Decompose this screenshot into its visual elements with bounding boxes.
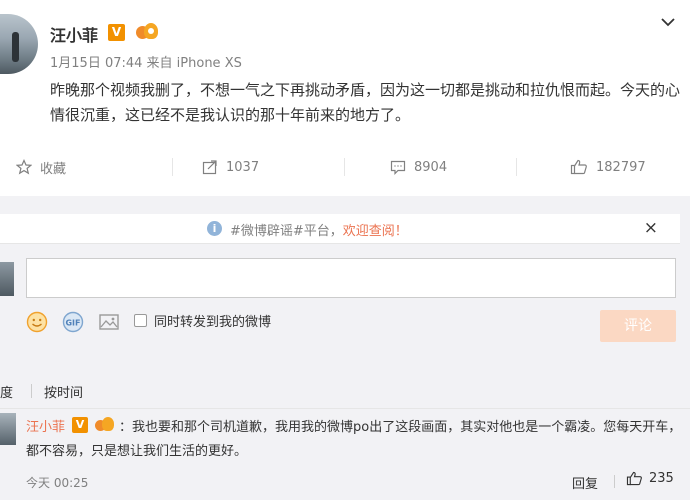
notice-text[interactable]: #微博辟谣#平台，欢迎查阅！ (230, 220, 408, 239)
info-icon: i (207, 221, 222, 236)
comment-like-count: 235 (649, 471, 674, 486)
divider (0, 408, 690, 409)
verified-icon: V (108, 24, 125, 41)
close-icon[interactable]: × (644, 218, 658, 238)
sort-hot[interactable]: 热度 (0, 382, 13, 401)
like-button[interactable]: 182797 (570, 150, 646, 184)
divider (344, 158, 345, 176)
commenter-name[interactable]: 汪小菲 (26, 416, 65, 435)
post-content: 昨晚那个视频我删了，不想一气之下再挑动矛盾，因为这一切都是挑动和拉仇恨而起。今天… (50, 81, 681, 124)
thumbs-up-icon (570, 159, 587, 175)
divider (172, 158, 173, 176)
share-icon (202, 160, 217, 175)
my-avatar (0, 262, 14, 296)
star-icon (16, 159, 32, 175)
submit-comment-button[interactable]: 评论 (600, 310, 676, 342)
commenter-avatar[interactable] (0, 413, 16, 445)
notice-bar: i #微博辟谣#平台，欢迎查阅！ × (0, 214, 680, 244)
reply-button[interactable]: 回复 (572, 473, 598, 492)
divider (516, 158, 517, 176)
action-bar: 收藏 1037 8904 182797 (0, 150, 690, 184)
post-meta: 1月15日 07:44 来自 iPhone XS (50, 56, 242, 71)
comment-like-button[interactable]: 235 (626, 471, 674, 486)
comment-text: ：我也要和那个司机道歉，我用我的微博po出了这段画面，其实对他也是一个霸凌。您每… (26, 420, 682, 459)
comment-icon (390, 160, 406, 175)
emoji-icon[interactable] (26, 311, 48, 333)
divider (614, 475, 615, 488)
member-level-icon (95, 416, 115, 434)
divider (31, 384, 32, 398)
repost-count: 1037 (226, 159, 260, 175)
comment-button[interactable]: 8904 (390, 150, 447, 184)
favorite-button[interactable]: 收藏 (16, 150, 66, 184)
svg-text:GIF: GIF (65, 319, 80, 328)
thumbs-up-icon (626, 471, 642, 486)
sort-by-time[interactable]: 按时间 (44, 382, 83, 401)
image-icon[interactable] (98, 311, 120, 333)
forward-checkbox[interactable] (134, 314, 147, 327)
verified-icon: V (72, 417, 88, 433)
comment-input[interactable] (26, 258, 676, 298)
comment-count: 8904 (414, 159, 448, 175)
author-name[interactable]: 汪小菲 (50, 22, 98, 46)
gif-icon[interactable]: GIF (62, 311, 84, 333)
favorite-label: 收藏 (40, 161, 67, 177)
like-count: 182797 (596, 159, 646, 175)
repost-button[interactable]: 1037 (202, 150, 259, 184)
forward-label[interactable]: 同时转发到我的微博 (154, 311, 271, 330)
member-level-icon (136, 22, 158, 42)
chevron-down-icon[interactable] (660, 14, 676, 30)
author-avatar[interactable] (0, 14, 38, 74)
comment-time: 今天 00:25 (26, 476, 89, 490)
